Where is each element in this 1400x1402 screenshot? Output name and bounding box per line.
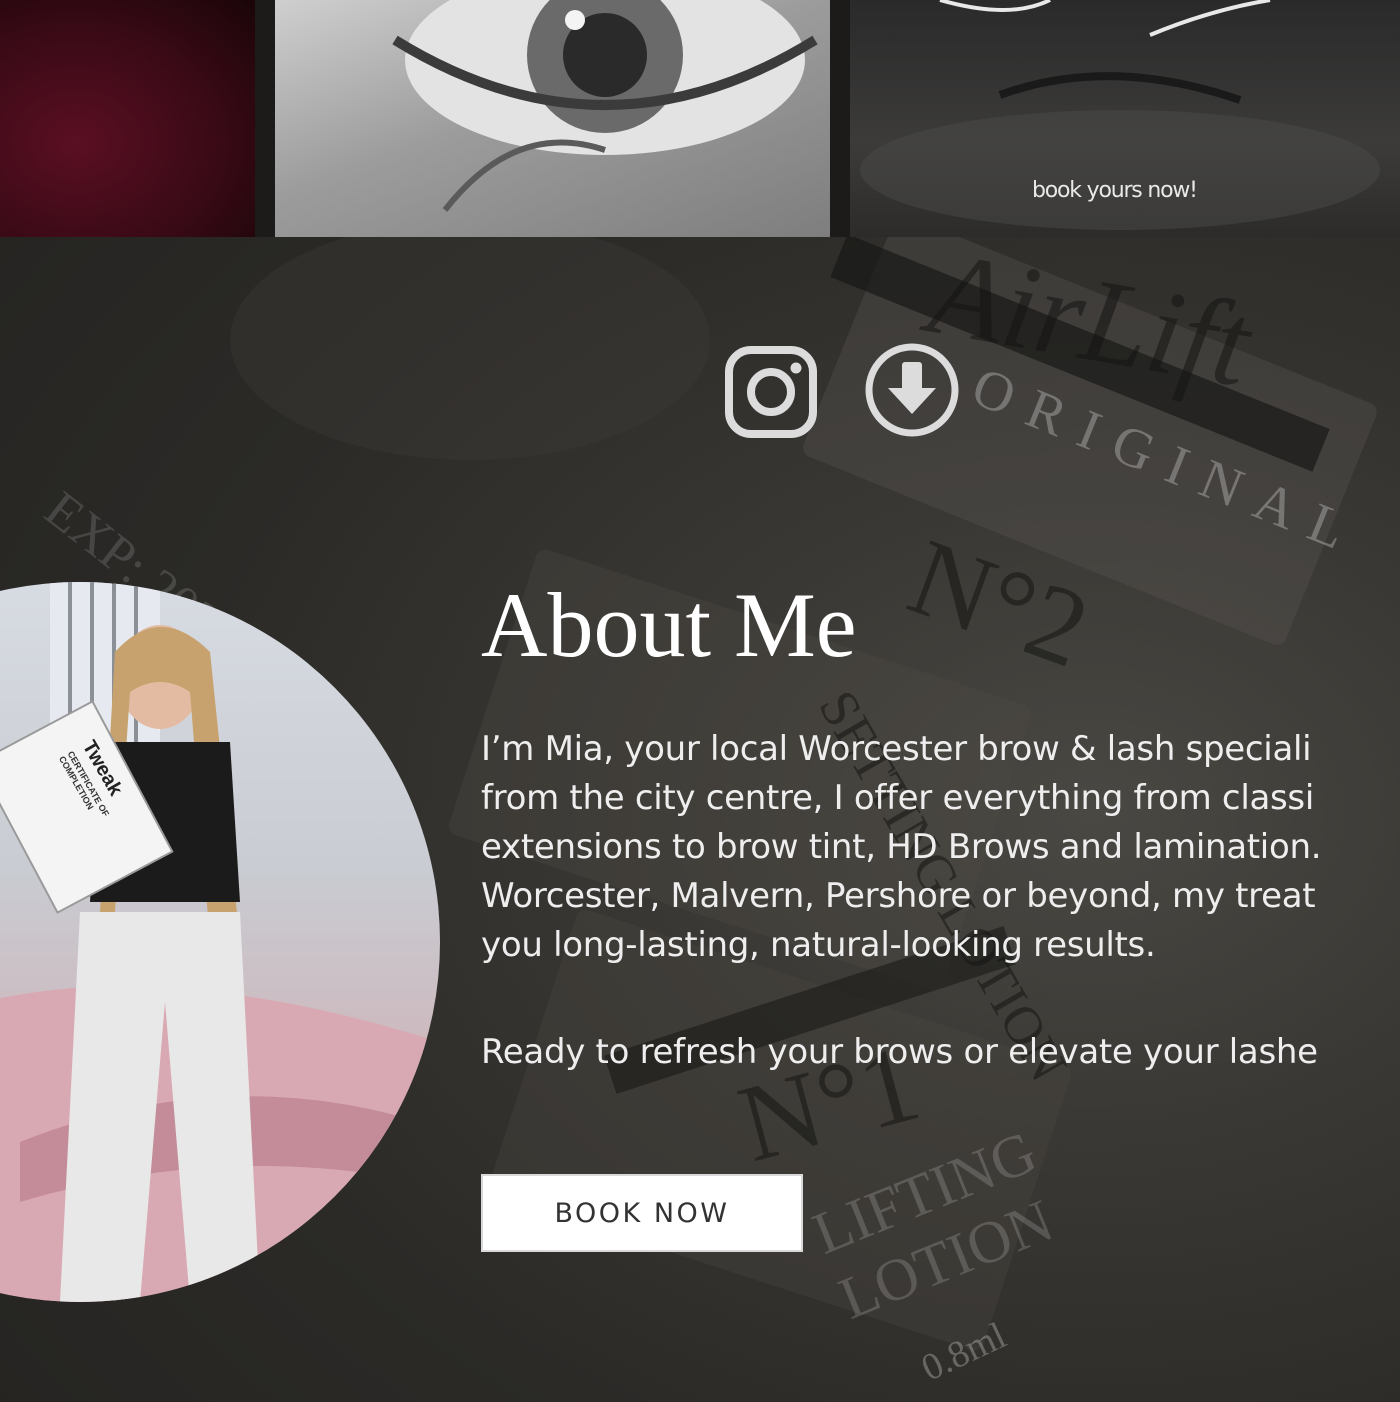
about-line: I’m Mia, your local Worcester brow & las… (481, 729, 1312, 769)
gallery-image-3[interactable]: book yours now! (850, 0, 1400, 237)
gallery-image-1[interactable] (0, 0, 255, 237)
about-title: About Me (481, 574, 857, 676)
gallery-caption: book yours now! (1032, 178, 1198, 203)
social-links (724, 342, 960, 438)
about-line: extensions to brow tint, HD Brows and la… (481, 827, 1322, 867)
download-circle-icon (865, 343, 959, 437)
instagram-icon (725, 346, 817, 438)
gallery-image-2[interactable] (275, 0, 830, 237)
about-line: Worcester, Malvern, Pershore or beyond, … (481, 876, 1316, 916)
download-link[interactable] (864, 342, 960, 438)
about-cta-text: Ready to refresh your brows or elevate y… (481, 1032, 1318, 1072)
about-paragraph: I’m Mia, your local Worcester brow & las… (481, 725, 1400, 970)
about-line: you long-lasting, natural-looking result… (481, 925, 1156, 965)
eye-closeup-image (392, 0, 818, 212)
page: AirLift ORIGINAL N°2 SETTING LOTION N°1 … (0, 0, 1400, 1402)
instagram-link[interactable] (724, 342, 820, 438)
gallery-strip: book yours now! (0, 0, 1400, 237)
about-line: from the city centre, I offer everything… (481, 778, 1314, 818)
book-now-button[interactable]: BOOK NOW (481, 1174, 803, 1252)
